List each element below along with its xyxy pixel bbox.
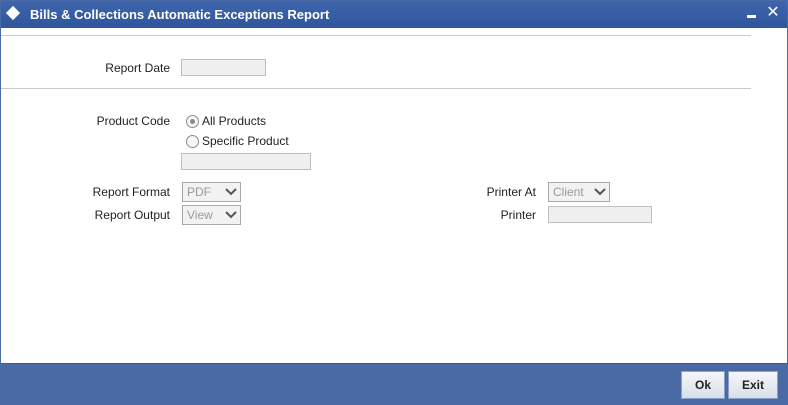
printer-field[interactable] bbox=[548, 206, 652, 223]
specific-product-label[interactable]: Specific Product bbox=[202, 134, 289, 148]
divider bbox=[1, 35, 751, 36]
report-output-value: View bbox=[187, 208, 213, 222]
footer-bar: Ok Exit bbox=[1, 363, 787, 405]
chevron-down-icon bbox=[225, 211, 237, 219]
all-products-radio[interactable] bbox=[186, 115, 199, 128]
title-bar: Bills & Collections Automatic Exceptions… bbox=[1, 1, 787, 28]
specific-product-field[interactable] bbox=[181, 153, 311, 170]
report-output-label: Report Output bbox=[94, 208, 170, 222]
exit-button[interactable]: Exit bbox=[728, 371, 778, 399]
minimize-button[interactable] bbox=[744, 5, 760, 21]
close-button[interactable]: ✕ bbox=[765, 5, 781, 21]
printer-at-label: Printer At bbox=[486, 185, 536, 199]
printer-label: Printer bbox=[500, 208, 536, 222]
report-date-field[interactable] bbox=[181, 59, 266, 76]
printer-at-select[interactable]: Client bbox=[548, 182, 610, 202]
report-format-label: Report Format bbox=[92, 185, 170, 199]
chevron-down-icon bbox=[225, 188, 237, 196]
printer-at-value: Client bbox=[553, 185, 584, 199]
report-format-select[interactable]: PDF bbox=[182, 182, 241, 202]
all-products-label[interactable]: All Products bbox=[202, 114, 266, 128]
report-format-value: PDF bbox=[187, 185, 211, 199]
ok-button[interactable]: Ok bbox=[681, 371, 725, 399]
window-title: Bills & Collections Automatic Exceptions… bbox=[30, 7, 330, 22]
diamond-icon bbox=[5, 5, 21, 21]
report-window: Bills & Collections Automatic Exceptions… bbox=[0, 0, 788, 405]
specific-product-radio[interactable] bbox=[186, 135, 199, 148]
divider bbox=[1, 88, 751, 89]
report-output-select[interactable]: View bbox=[182, 205, 241, 225]
report-date-label: Report Date bbox=[105, 61, 170, 75]
product-code-label: Product Code bbox=[96, 114, 170, 128]
chevron-down-icon bbox=[594, 188, 606, 196]
